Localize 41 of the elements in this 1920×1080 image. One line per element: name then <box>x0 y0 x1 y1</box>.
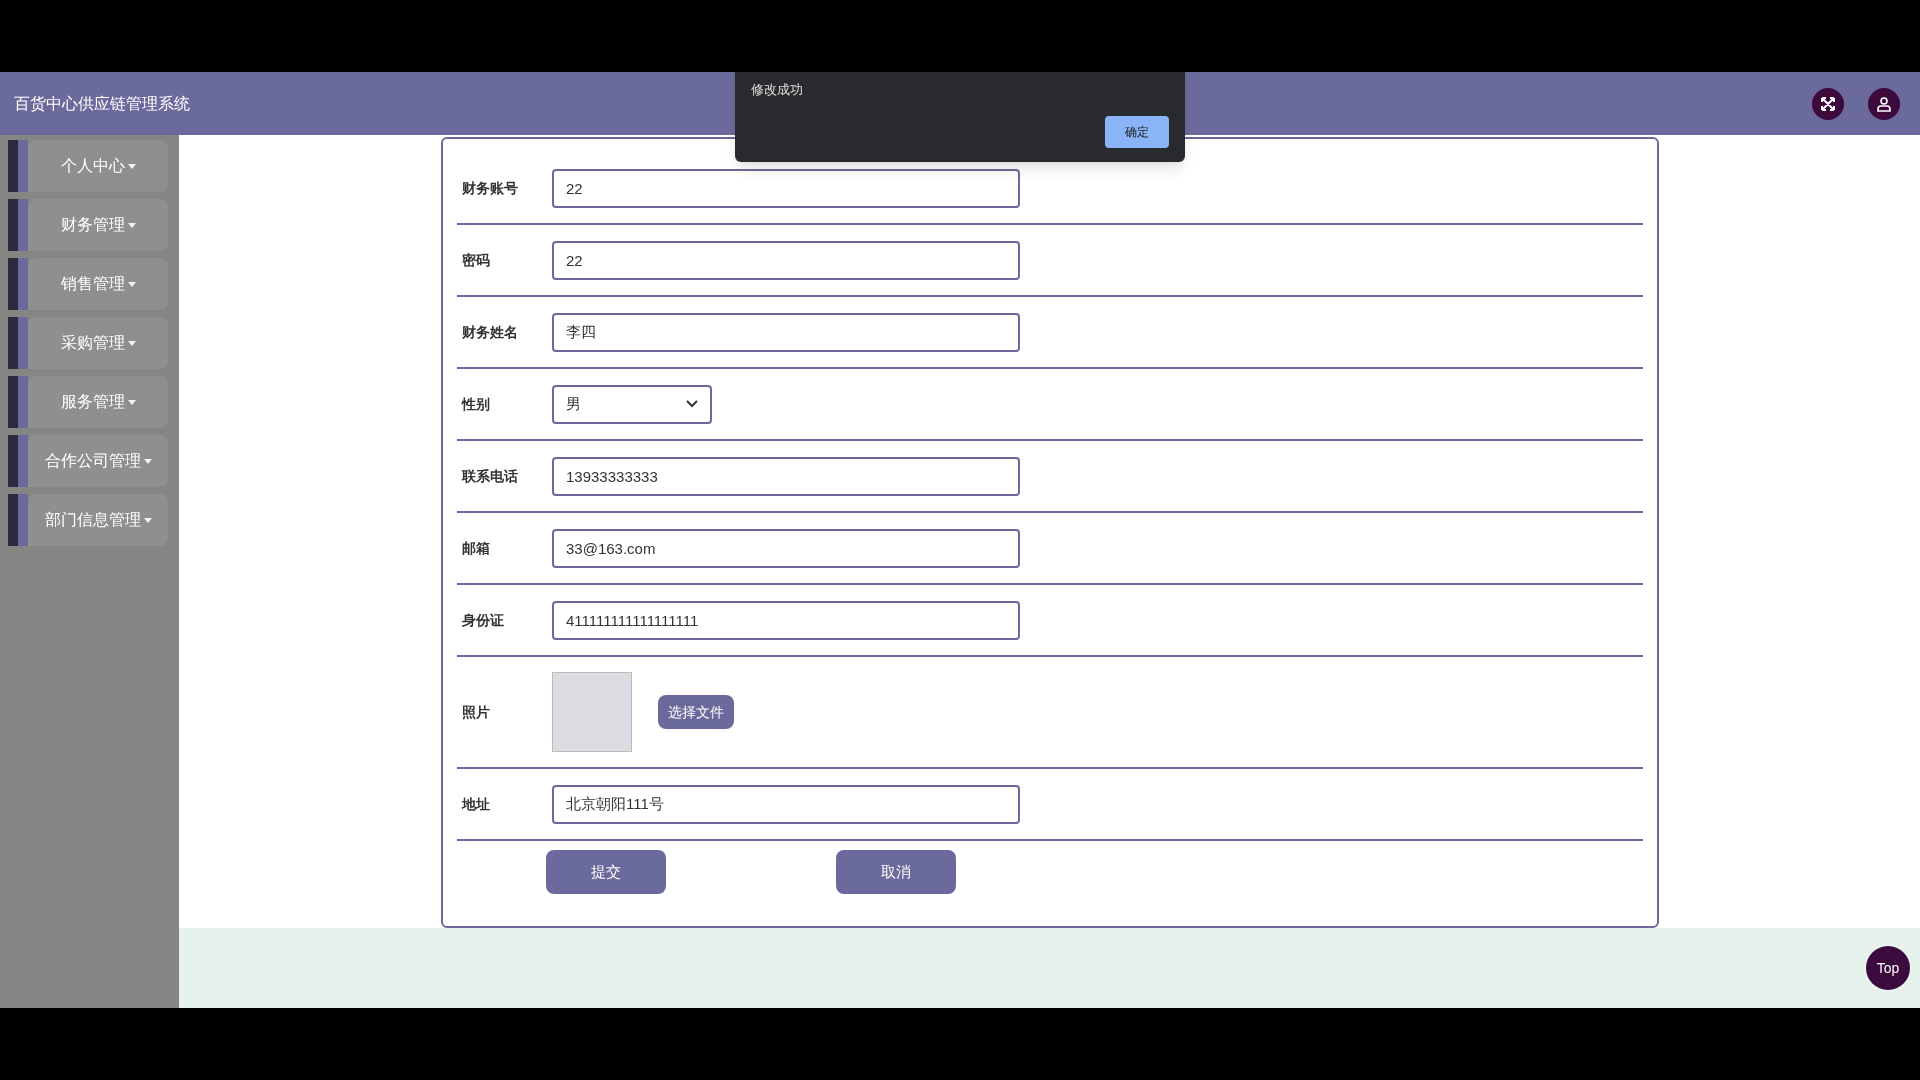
user-icon[interactable] <box>1868 87 1900 120</box>
menu-accent-stripe <box>8 494 28 546</box>
input-field[interactable]: 22 <box>552 168 1020 208</box>
fullscreen-icon[interactable] <box>1812 87 1844 120</box>
input-field[interactable]: 411111111111111111 <box>552 600 1020 640</box>
menu-accent-stripe <box>8 317 28 369</box>
menu-accent-stripe <box>8 258 28 310</box>
menu-accent-stripe <box>8 435 28 487</box>
caret-icon <box>127 399 136 405</box>
app-title: 百货中心供应链管理系统 <box>14 93 190 114</box>
choose-file-button[interactable]: 选择文件 <box>658 695 734 729</box>
caret-icon <box>143 517 152 523</box>
input-field[interactable]: 北京朝阳111号 <box>552 784 1020 824</box>
caret-icon <box>127 340 136 346</box>
input-field[interactable]: 33@163.com <box>552 528 1020 568</box>
ok-button[interactable]: 确定 <box>1105 115 1169 148</box>
field-label: 性别 <box>460 394 491 414</box>
field-label: 联系电话 <box>460 466 519 486</box>
caret-icon <box>127 163 136 169</box>
menu-accent-stripe <box>8 199 28 251</box>
field-label: 财务姓名 <box>461 322 519 342</box>
submit-button[interactable]: 提交 <box>546 850 666 894</box>
back-to-top-button[interactable]: Top <box>1866 946 1910 990</box>
caret-icon <box>127 222 136 228</box>
chevron-down-icon <box>686 400 698 408</box>
field-label: 地址 <box>460 794 491 814</box>
caret-icon <box>127 281 136 287</box>
gender-select[interactable]: 男 <box>552 384 712 424</box>
input-field[interactable]: 22 <box>552 240 1020 280</box>
field-label: 邮箱 <box>461 538 491 558</box>
input-field[interactable]: 李四 <box>552 312 1020 352</box>
menu-accent-stripe <box>8 140 28 192</box>
input-field[interactable]: 13933333333 <box>552 456 1020 496</box>
dialog-message: 修改成功 <box>751 81 804 99</box>
cancel-button[interactable]: 取消 <box>836 850 956 894</box>
field-label: 照片 <box>461 702 491 722</box>
caret-icon <box>143 458 152 464</box>
field-label: 财务账号 <box>461 178 519 198</box>
menu-accent-stripe <box>8 376 28 428</box>
field-label: 身份证 <box>461 610 505 630</box>
field-label: 密码 <box>461 250 491 270</box>
